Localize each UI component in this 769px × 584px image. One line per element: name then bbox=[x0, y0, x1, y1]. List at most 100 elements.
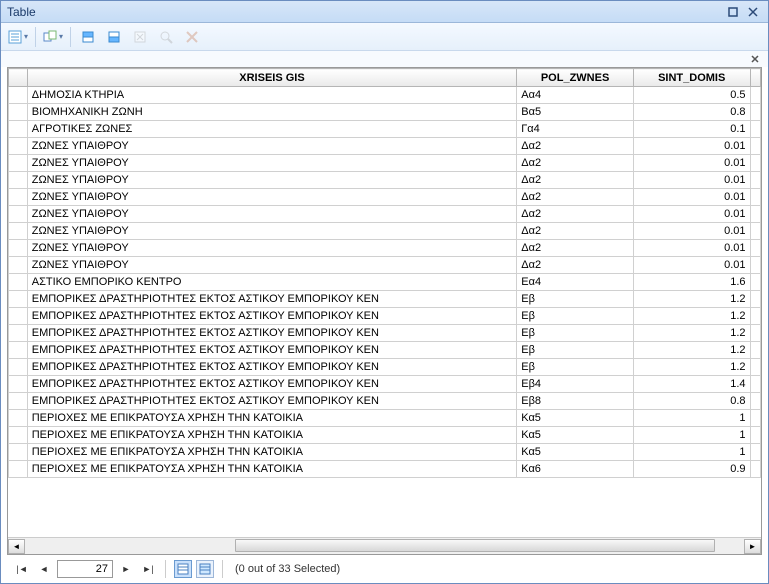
row-selector[interactable] bbox=[9, 444, 28, 461]
table-options-button[interactable] bbox=[7, 26, 29, 48]
cell-sint-domis[interactable]: 0.01 bbox=[633, 155, 750, 172]
row-selector[interactable] bbox=[9, 410, 28, 427]
cell-pol-zwnes[interactable]: Δα2 bbox=[517, 172, 634, 189]
cell-sint-domis[interactable]: 1.2 bbox=[633, 342, 750, 359]
cell-sint-domis[interactable]: 1.2 bbox=[633, 359, 750, 376]
table-row[interactable]: ΕΜΠΟΡΙΚΕΣ ΔΡΑΣΤΗΡΙΟΤΗΤΕΣ ΕΚΤΟΣ ΑΣΤΙΚΟΥ Ε… bbox=[9, 291, 761, 308]
table-row[interactable]: ΖΩΝΕΣ ΥΠΑΙΘΡΟΥΔα20.01 bbox=[9, 240, 761, 257]
cell-sint-domis[interactable]: 0.01 bbox=[633, 189, 750, 206]
table-row[interactable]: ΕΜΠΟΡΙΚΕΣ ΔΡΑΣΤΗΡΙΟΤΗΤΕΣ ΕΚΤΟΣ ΑΣΤΙΚΟΥ Ε… bbox=[9, 393, 761, 410]
row-selector[interactable] bbox=[9, 223, 28, 240]
cell-xriseis[interactable]: ΠΕΡΙΟΧΕΣ ΜΕ ΕΠΙΚΡΑΤΟΥΣΑ ΧΡΗΣΗ ΤΗΝ ΚΑΤΟΙΚ… bbox=[27, 444, 517, 461]
cell-sint-domis[interactable]: 0.01 bbox=[633, 206, 750, 223]
cell-pol-zwnes[interactable]: Κα5 bbox=[517, 410, 634, 427]
cell-pol-zwnes[interactable]: Εβ bbox=[517, 325, 634, 342]
scroll-right-button[interactable]: ► bbox=[744, 539, 761, 554]
cell-pol-zwnes[interactable]: Κα6 bbox=[517, 461, 634, 478]
cell-pol-zwnes[interactable]: Δα2 bbox=[517, 257, 634, 274]
cell-xriseis[interactable]: ΕΜΠΟΡΙΚΕΣ ΔΡΑΣΤΗΡΙΟΤΗΤΕΣ ΕΚΤΟΣ ΑΣΤΙΚΟΥ Ε… bbox=[27, 291, 517, 308]
table-row[interactable]: ΖΩΝΕΣ ΥΠΑΙΘΡΟΥΔα20.01 bbox=[9, 172, 761, 189]
close-icon[interactable] bbox=[744, 5, 762, 19]
cell-pol-zwnes[interactable]: Δα2 bbox=[517, 223, 634, 240]
maximize-icon[interactable] bbox=[724, 5, 742, 19]
row-selector[interactable] bbox=[9, 393, 28, 410]
cell-pol-zwnes[interactable]: Κα5 bbox=[517, 444, 634, 461]
table-row[interactable]: ΠΕΡΙΟΧΕΣ ΜΕ ΕΠΙΚΡΑΤΟΥΣΑ ΧΡΗΣΗ ΤΗΝ ΚΑΤΟΙΚ… bbox=[9, 427, 761, 444]
cell-sint-domis[interactable]: 0.01 bbox=[633, 240, 750, 257]
cell-sint-domis[interactable]: 1 bbox=[633, 410, 750, 427]
table-row[interactable]: ΑΣΤΙΚΟ ΕΜΠΟΡΙΚΟ ΚΕΝΤΡΟΕα41.6 bbox=[9, 274, 761, 291]
cell-xriseis[interactable]: ΔΗΜΟΣΙΑ ΚΤΗΡΙΑ bbox=[27, 87, 517, 104]
row-selector[interactable] bbox=[9, 206, 28, 223]
row-selector[interactable] bbox=[9, 189, 28, 206]
cell-xriseis[interactable]: ΕΜΠΟΡΙΚΕΣ ΔΡΑΣΤΗΡΙΟΤΗΤΕΣ ΕΚΤΟΣ ΑΣΤΙΚΟΥ Ε… bbox=[27, 325, 517, 342]
cell-overflow[interactable] bbox=[750, 240, 760, 257]
table-row[interactable]: ΠΕΡΙΟΧΕΣ ΜΕ ΕΠΙΚΡΑΤΟΥΣΑ ΧΡΗΣΗ ΤΗΝ ΚΑΤΟΙΚ… bbox=[9, 410, 761, 427]
related-tables-button[interactable] bbox=[42, 26, 64, 48]
row-selector[interactable] bbox=[9, 376, 28, 393]
row-selector[interactable] bbox=[9, 172, 28, 189]
table-row[interactable]: ΔΗΜΟΣΙΑ ΚΤΗΡΙΑΑα40.5 bbox=[9, 87, 761, 104]
switch-selection-button[interactable] bbox=[103, 26, 125, 48]
cell-overflow[interactable] bbox=[750, 138, 760, 155]
table-row[interactable]: ΖΩΝΕΣ ΥΠΑΙΘΡΟΥΔα20.01 bbox=[9, 189, 761, 206]
select-by-attributes-button[interactable] bbox=[77, 26, 99, 48]
cell-pol-zwnes[interactable]: Εβ4 bbox=[517, 376, 634, 393]
row-selector[interactable] bbox=[9, 257, 28, 274]
cell-sint-domis[interactable]: 0.01 bbox=[633, 257, 750, 274]
cell-pol-zwnes[interactable]: Εβ bbox=[517, 359, 634, 376]
cell-sint-domis[interactable]: 1.2 bbox=[633, 308, 750, 325]
row-selector[interactable] bbox=[9, 274, 28, 291]
cell-sint-domis[interactable]: 1.2 bbox=[633, 325, 750, 342]
cell-overflow[interactable] bbox=[750, 376, 760, 393]
cell-overflow[interactable] bbox=[750, 172, 760, 189]
cell-pol-zwnes[interactable]: Δα2 bbox=[517, 155, 634, 172]
row-selector[interactable] bbox=[9, 325, 28, 342]
delete-selected-icon[interactable] bbox=[181, 26, 203, 48]
cell-sint-domis[interactable]: 0.1 bbox=[633, 121, 750, 138]
cell-overflow[interactable] bbox=[750, 444, 760, 461]
cell-xriseis[interactable]: ΠΕΡΙΟΧΕΣ ΜΕ ΕΠΙΚΡΑΤΟΥΣΑ ΧΡΗΣΗ ΤΗΝ ΚΑΤΟΙΚ… bbox=[27, 410, 517, 427]
column-header-selector[interactable] bbox=[9, 69, 28, 87]
cell-sint-domis[interactable]: 0.01 bbox=[633, 223, 750, 240]
cell-xriseis[interactable]: ΖΩΝΕΣ ΥΠΑΙΘΡΟΥ bbox=[27, 223, 517, 240]
cell-pol-zwnes[interactable]: Κα5 bbox=[517, 427, 634, 444]
scroll-left-button[interactable]: ◄ bbox=[8, 539, 25, 554]
cell-pol-zwnes[interactable]: Δα2 bbox=[517, 189, 634, 206]
cell-xriseis[interactable]: ΕΜΠΟΡΙΚΕΣ ΔΡΑΣΤΗΡΙΟΤΗΤΕΣ ΕΚΤΟΣ ΑΣΤΙΚΟΥ Ε… bbox=[27, 308, 517, 325]
cell-overflow[interactable] bbox=[750, 291, 760, 308]
cell-xriseis[interactable]: ΖΩΝΕΣ ΥΠΑΙΘΡΟΥ bbox=[27, 155, 517, 172]
cell-xriseis[interactable]: ΖΩΝΕΣ ΥΠΑΙΘΡΟΥ bbox=[27, 172, 517, 189]
table-row[interactable]: ΖΩΝΕΣ ΥΠΑΙΘΡΟΥΔα20.01 bbox=[9, 138, 761, 155]
column-header-xriseis[interactable]: XRISEIS GIS bbox=[27, 69, 517, 87]
cell-overflow[interactable] bbox=[750, 121, 760, 138]
first-record-button[interactable]: |◄ bbox=[13, 560, 31, 578]
cell-overflow[interactable] bbox=[750, 257, 760, 274]
table-row[interactable]: ΕΜΠΟΡΙΚΕΣ ΔΡΑΣΤΗΡΙΟΤΗΤΕΣ ΕΚΤΟΣ ΑΣΤΙΚΟΥ Ε… bbox=[9, 359, 761, 376]
cell-sint-domis[interactable]: 1 bbox=[633, 444, 750, 461]
row-selector[interactable] bbox=[9, 461, 28, 478]
cell-overflow[interactable] bbox=[750, 189, 760, 206]
row-selector[interactable] bbox=[9, 359, 28, 376]
row-selector[interactable] bbox=[9, 155, 28, 172]
cell-sint-domis[interactable]: 0.9 bbox=[633, 461, 750, 478]
zoom-selected-button[interactable] bbox=[155, 26, 177, 48]
cell-sint-domis[interactable]: 1 bbox=[633, 427, 750, 444]
cell-xriseis[interactable]: ΕΜΠΟΡΙΚΕΣ ΔΡΑΣΤΗΡΙΟΤΗΤΕΣ ΕΚΤΟΣ ΑΣΤΙΚΟΥ Ε… bbox=[27, 376, 517, 393]
show-selected-records-button[interactable] bbox=[196, 560, 214, 578]
cell-overflow[interactable] bbox=[750, 325, 760, 342]
scroll-track[interactable] bbox=[25, 539, 744, 554]
next-record-button[interactable]: ► bbox=[117, 560, 135, 578]
cell-sint-domis[interactable]: 1.2 bbox=[633, 291, 750, 308]
cell-xriseis[interactable]: ΖΩΝΕΣ ΥΠΑΙΘΡΟΥ bbox=[27, 257, 517, 274]
cell-overflow[interactable] bbox=[750, 308, 760, 325]
cell-xriseis[interactable]: ΑΓΡΟΤΙΚΕΣ ΖΩΝΕΣ bbox=[27, 121, 517, 138]
prev-record-button[interactable]: ◄ bbox=[35, 560, 53, 578]
row-selector[interactable] bbox=[9, 138, 28, 155]
table-row[interactable]: ΠΕΡΙΟΧΕΣ ΜΕ ΕΠΙΚΡΑΤΟΥΣΑ ΧΡΗΣΗ ΤΗΝ ΚΑΤΟΙΚ… bbox=[9, 461, 761, 478]
panel-close-icon[interactable]: ✕ bbox=[748, 52, 762, 66]
cell-xriseis[interactable]: ΖΩΝΕΣ ΥΠΑΙΘΡΟΥ bbox=[27, 206, 517, 223]
cell-sint-domis[interactable]: 0.8 bbox=[633, 393, 750, 410]
cell-sint-domis[interactable]: 0.8 bbox=[633, 104, 750, 121]
cell-xriseis[interactable]: ΕΜΠΟΡΙΚΕΣ ΔΡΑΣΤΗΡΙΟΤΗΤΕΣ ΕΚΤΟΣ ΑΣΤΙΚΟΥ Ε… bbox=[27, 359, 517, 376]
